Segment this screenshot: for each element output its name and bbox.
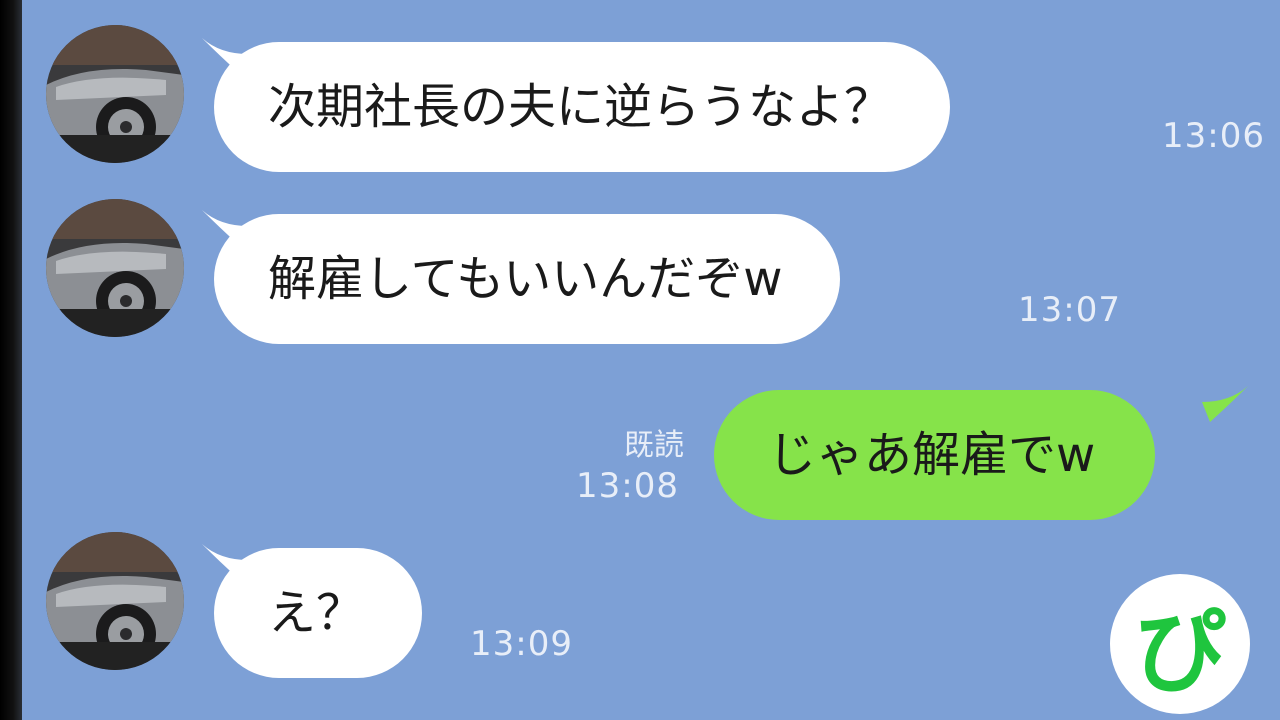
message-text: じゃあ解雇でw <box>768 427 1096 483</box>
message-text: え？ <box>268 585 365 641</box>
bubble-tail-icon <box>202 544 248 580</box>
sender-avatar[interactable] <box>46 25 184 163</box>
message-bubble-outgoing[interactable]: じゃあ解雇でw <box>714 390 1156 520</box>
logo-text: ぴ <box>1133 598 1226 706</box>
sender-avatar[interactable] <box>46 199 184 337</box>
pi-logo-icon: ぴ <box>1110 574 1250 714</box>
bubble-tail-icon <box>202 210 248 246</box>
car-photo-icon <box>46 25 184 163</box>
device-edge <box>0 0 22 720</box>
message-text: 次期社長の夫に逆らうなよ？ <box>268 79 893 135</box>
read-receipt: 既読 <box>624 428 684 463</box>
message-time: 13:06 <box>1162 116 1265 156</box>
sender-avatar[interactable] <box>46 532 184 670</box>
message-time: 13:08 <box>576 466 679 506</box>
bubble-tail-icon <box>1202 386 1248 422</box>
car-photo-icon <box>46 199 184 337</box>
message-time: 13:07 <box>1018 290 1121 330</box>
message-bubble-incoming[interactable]: 次期社長の夫に逆らうなよ？ <box>214 42 951 172</box>
message-time: 13:09 <box>470 624 573 664</box>
car-photo-icon <box>46 532 184 670</box>
message-bubble-incoming[interactable]: 解雇してもいいんだぞw <box>214 214 841 344</box>
bubble-tail-icon <box>202 38 248 74</box>
message-text: 解雇してもいいんだぞw <box>268 251 783 307</box>
